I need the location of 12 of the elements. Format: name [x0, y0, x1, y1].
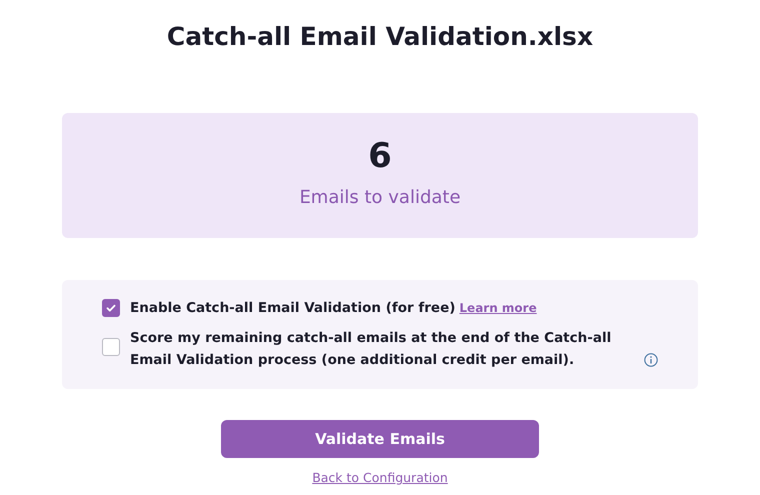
checkbox[interactable] [102, 299, 120, 317]
file-title: Catch-all Email Validation.xlsx [166, 21, 594, 53]
option-label: Score my remaining catch-all emails at the end of the Catch-all Email Validation process (one additional credit per email). [130, 329, 612, 370]
check-icon [105, 302, 117, 314]
back-link[interactable]: Back to Configuration [312, 470, 448, 485]
count-label: Emails to validate [299, 187, 461, 208]
checkbox[interactable] [102, 338, 120, 356]
option-label: Enable Catch-all Email Validation (for free) [130, 299, 456, 318]
learn-more-link[interactable]: Learn more [459, 297, 537, 319]
validate-emails-button[interactable]: Validate Emails [221, 420, 539, 458]
email-count: 6 [368, 135, 392, 177]
info-icon[interactable] [644, 353, 658, 367]
